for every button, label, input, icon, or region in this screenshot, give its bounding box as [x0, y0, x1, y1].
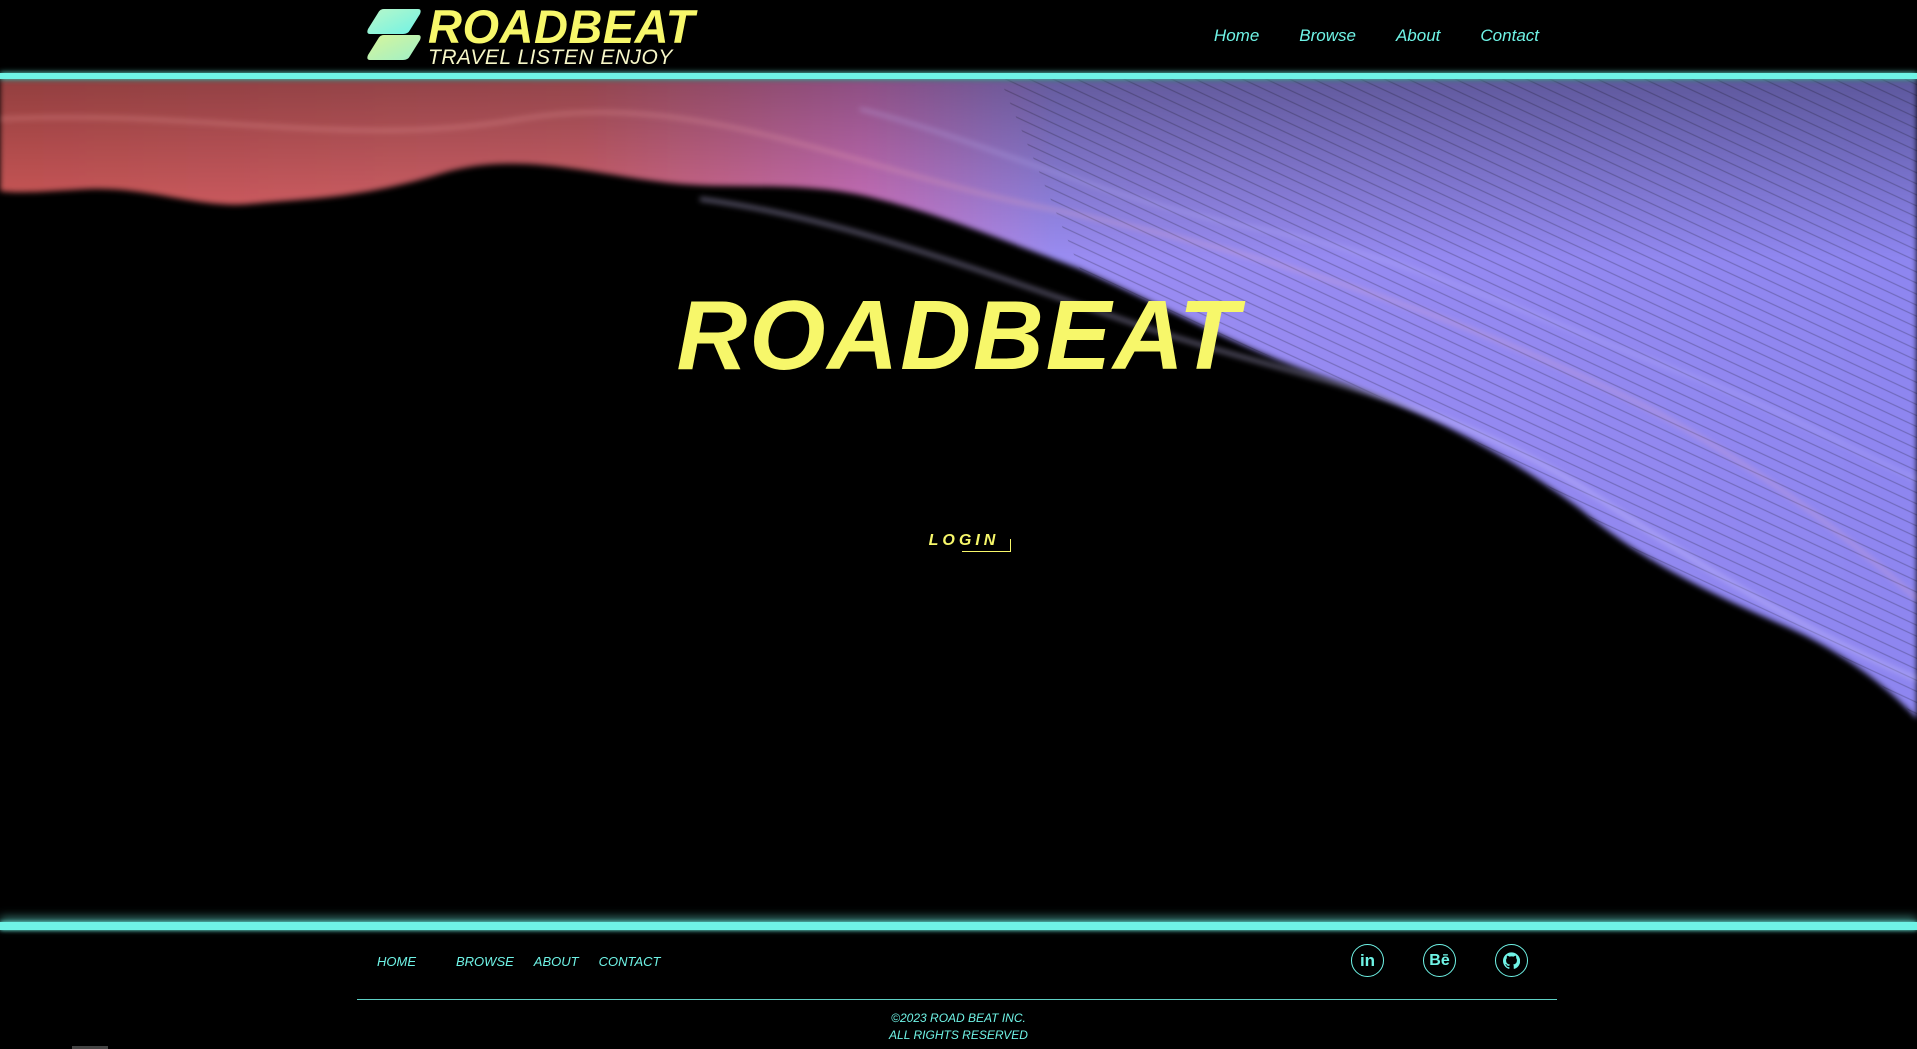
site-footer: HOME BROWSE ABOUT CONTACT in Bē ©2023 RO… — [0, 930, 1917, 1049]
footer-divider-top — [0, 922, 1917, 930]
copyright: ©2023 ROAD BEAT INC. ALL RIGHTS RESERVED — [0, 1010, 1917, 1044]
login-button[interactable]: LOGIN — [914, 525, 1014, 557]
footer-divider — [357, 999, 1557, 1000]
header-divider — [0, 73, 1917, 79]
github-glyph — [1503, 952, 1520, 969]
nav-home-link[interactable]: Home — [1214, 26, 1259, 46]
brand-tagline: TRAVEL LISTEN ENJOY — [428, 46, 673, 69]
login-label: LOGIN — [928, 532, 1000, 549]
brand-title: ROADBEAT — [428, 0, 695, 53]
site-header: ROADBEAT TRAVEL LISTEN ENJOY Home Browse… — [0, 0, 1917, 74]
logo-text: ROADBEAT TRAVEL LISTEN ENJOY — [428, 0, 695, 69]
linkedin-icon[interactable]: in — [1351, 944, 1384, 977]
nav-contact-link[interactable]: Contact — [1480, 26, 1539, 46]
hero-title: ROADBEAT — [676, 280, 1241, 390]
hero-section: ROADBEAT LOGIN — [0, 79, 1917, 920]
footer-browse-link[interactable]: BROWSE — [456, 954, 514, 969]
copyright-line-1: ©2023 ROAD BEAT INC. — [891, 1011, 1026, 1025]
copyright-line-2: ALL RIGHTS RESERVED — [889, 1028, 1028, 1042]
brand-logo[interactable]: ROADBEAT TRAVEL LISTEN ENJOY — [366, 0, 695, 69]
logo-icon — [366, 6, 422, 64]
footer-nav: HOME BROWSE ABOUT CONTACT — [377, 954, 660, 969]
main-nav: Home Browse About Contact — [1214, 26, 1539, 46]
hero-wave-background — [0, 79, 1917, 719]
login-corner — [1010, 539, 1011, 552]
social-links: in Bē — [1351, 944, 1528, 977]
behance-icon[interactable]: Bē — [1423, 944, 1456, 977]
footer-contact-link[interactable]: CONTACT — [599, 954, 661, 969]
nav-browse-link[interactable]: Browse — [1299, 26, 1356, 46]
github-icon[interactable] — [1495, 944, 1528, 977]
page: ROADBEAT TRAVEL LISTEN ENJOY Home Browse… — [0, 0, 1917, 1049]
nav-about-link[interactable]: About — [1396, 26, 1440, 46]
footer-about-link[interactable]: ABOUT — [534, 954, 579, 969]
footer-home-link[interactable]: HOME — [377, 954, 416, 969]
login-underline — [962, 551, 1010, 552]
